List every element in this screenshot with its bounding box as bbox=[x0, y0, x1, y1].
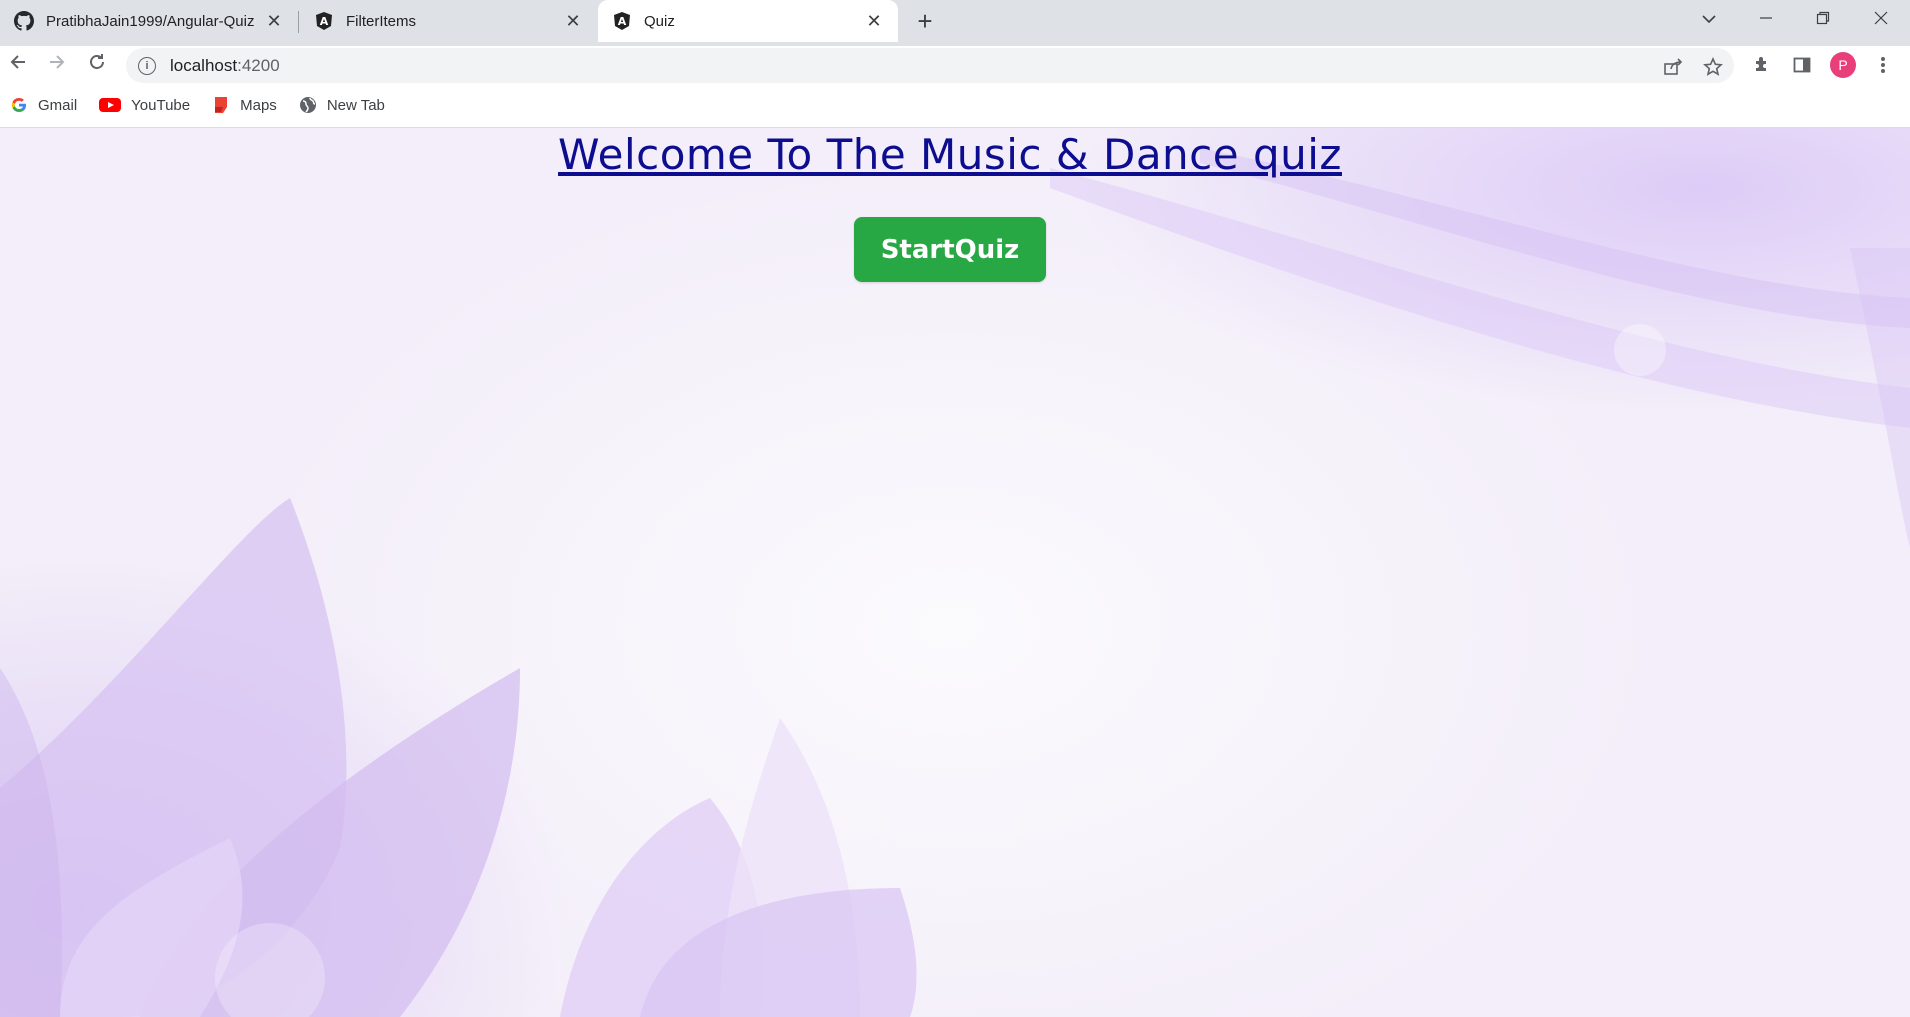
bookmarks-bar: Gmail YouTube Maps New Tab bbox=[0, 83, 1910, 128]
address-bar[interactable]: i localhost:4200 bbox=[126, 48, 1734, 83]
close-icon[interactable]: ✕ bbox=[563, 11, 583, 31]
minimize-icon bbox=[1759, 11, 1773, 30]
youtube-icon bbox=[99, 96, 122, 114]
tab-title: FilterItems bbox=[346, 12, 417, 30]
chevron-down-icon bbox=[1701, 11, 1717, 29]
google-icon bbox=[10, 96, 28, 114]
reload-button[interactable] bbox=[81, 49, 113, 81]
tab-search-button[interactable] bbox=[1680, 0, 1738, 40]
close-icon[interactable]: ✕ bbox=[864, 11, 884, 31]
start-quiz-button[interactable]: StartQuiz bbox=[854, 217, 1046, 282]
bookmark-gmail[interactable]: Gmail bbox=[10, 96, 77, 114]
bookmark-label: Gmail bbox=[38, 96, 78, 114]
bookmark-label: New Tab bbox=[326, 96, 385, 114]
extensions-icon[interactable] bbox=[1749, 52, 1775, 78]
page-title[interactable]: Welcome To The Music & Dance quiz bbox=[0, 130, 1900, 179]
svg-text:A: A bbox=[320, 15, 329, 28]
tab-quiz[interactable]: A Quiz ✕ bbox=[598, 0, 898, 42]
bookmark-youtube[interactable]: YouTube bbox=[99, 96, 190, 114]
restore-icon bbox=[1816, 11, 1830, 30]
bookmark-star-icon[interactable] bbox=[1702, 56, 1724, 78]
minimize-button[interactable] bbox=[1737, 0, 1795, 40]
browser-toolbar: i localhost:4200 P bbox=[0, 46, 1910, 83]
bookmark-label: Maps bbox=[240, 96, 277, 114]
bookmark-new-tab[interactable]: New Tab bbox=[299, 96, 385, 114]
tab-title: PratibhaJain1999/Angular-Quiz bbox=[46, 12, 255, 30]
github-icon bbox=[14, 11, 34, 31]
tab-strip: PratibhaJain1999/Angular-Quiz ✕ A Filter… bbox=[0, 0, 1910, 46]
side-panel-icon[interactable] bbox=[1789, 52, 1815, 78]
new-tab-button[interactable]: + bbox=[910, 6, 940, 36]
tab-title: Quiz bbox=[644, 12, 675, 30]
info-icon[interactable]: i bbox=[138, 56, 156, 75]
bookmark-label: YouTube bbox=[131, 96, 191, 114]
back-button[interactable] bbox=[2, 49, 34, 81]
profile-avatar[interactable]: P bbox=[1830, 52, 1856, 78]
angular-icon: A bbox=[612, 11, 632, 31]
more-menu-icon[interactable] bbox=[1870, 52, 1896, 78]
close-icon bbox=[1874, 11, 1888, 30]
reload-icon bbox=[88, 53, 106, 77]
tab-separator bbox=[298, 11, 299, 33]
close-icon[interactable]: ✕ bbox=[264, 11, 284, 31]
bookmark-maps[interactable]: Maps bbox=[212, 96, 277, 114]
page-content: Welcome To The Music & Dance quiz StartQ… bbox=[0, 128, 1910, 1017]
forward-arrow-icon bbox=[48, 53, 66, 77]
url-text: localhost:4200 bbox=[170, 55, 280, 75]
back-arrow-icon bbox=[9, 53, 27, 77]
tab-filteritems[interactable]: A FilterItems ✕ bbox=[300, 0, 597, 42]
globe-icon bbox=[299, 96, 317, 114]
forward-button[interactable] bbox=[41, 49, 73, 81]
restore-button[interactable] bbox=[1794, 0, 1852, 40]
share-icon[interactable] bbox=[1662, 56, 1684, 78]
tab-github[interactable]: PratibhaJain1999/Angular-Quiz ✕ bbox=[0, 0, 298, 42]
close-window-button[interactable] bbox=[1852, 0, 1910, 40]
maps-icon bbox=[212, 96, 230, 114]
svg-text:A: A bbox=[618, 15, 627, 28]
angular-icon: A bbox=[314, 11, 334, 31]
